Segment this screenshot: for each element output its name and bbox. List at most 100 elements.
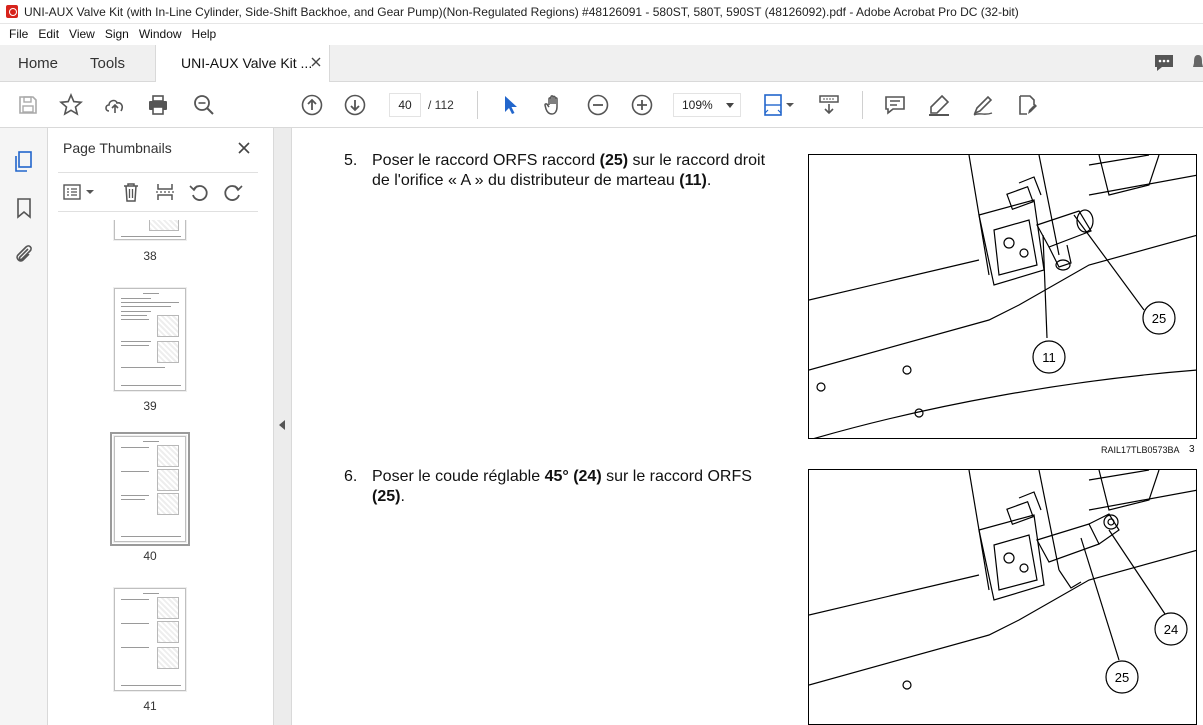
thumbnail-page-39[interactable] <box>114 288 186 391</box>
thumbnail-figure <box>157 597 179 619</box>
thumbnail-label-41: 41 <box>143 699 157 713</box>
thumbnail-figure <box>157 315 179 337</box>
page-total-label: / 112 <box>428 98 454 112</box>
page-down-icon[interactable] <box>343 93 367 117</box>
thumbnail-rule <box>121 471 149 472</box>
thumbnail-rule <box>121 499 145 500</box>
cloud-upload-icon[interactable] <box>103 93 127 117</box>
figure-number: 3 <box>1189 444 1195 455</box>
thumbnail-label-40: 40 <box>143 549 157 563</box>
fit-page-icon[interactable] <box>762 93 798 117</box>
thumbnail-rule <box>121 599 149 600</box>
step-text: Poser le raccord ORFS raccord (25) sur l… <box>372 152 766 189</box>
thumbnail-rule <box>121 236 181 237</box>
page-number-input[interactable]: 40 <box>389 93 421 117</box>
thumbnail-rule <box>121 319 149 320</box>
menu-edit[interactable]: Edit <box>33 24 64 45</box>
zoom-out-icon[interactable] <box>586 93 610 117</box>
menu-file[interactable]: File <box>4 24 33 45</box>
panel-title: Page Thumbnails <box>63 140 172 156</box>
rotate-clockwise-icon[interactable] <box>222 181 244 203</box>
save-icon[interactable] <box>16 93 40 117</box>
thumbnail-rule <box>121 367 165 368</box>
thumbnail-figure <box>157 341 179 363</box>
thumbnail-toolbar <box>58 172 258 212</box>
comment-icon[interactable] <box>883 93 907 117</box>
tab-tools[interactable]: Tools <box>90 45 125 82</box>
figure-valve-fitting-2: 24 25 <box>808 469 1197 725</box>
draw-icon[interactable] <box>971 93 995 117</box>
delete-icon[interactable] <box>120 181 142 203</box>
thumbnail-rule <box>143 593 159 594</box>
document-tab-label: UNI-AUX Valve Kit ... <box>181 55 313 71</box>
thumbnail-rule <box>121 341 151 342</box>
figure-valve-fitting-1: 25 11 <box>808 154 1197 439</box>
menu-view[interactable]: View <box>64 24 100 45</box>
hand-icon[interactable] <box>542 93 566 117</box>
bookmark-icon[interactable] <box>12 196 36 220</box>
toolbar-divider <box>477 91 478 119</box>
fill-sign-icon[interactable] <box>1015 93 1039 117</box>
thumbnail-rule <box>143 293 159 294</box>
window-title-bar: UNI-AUX Valve Kit (with In-Line Cylinder… <box>0 0 1203 24</box>
menu-sign[interactable]: Sign <box>100 24 134 45</box>
page-thumbnails-icon[interactable] <box>12 150 36 174</box>
figure-drawing: 25 11 <box>809 155 1196 438</box>
thumbnail-rule <box>121 315 147 316</box>
thumbnail-rule <box>121 623 149 624</box>
step-6: 6. Poser le coude réglable 45° (24) sur … <box>344 467 794 511</box>
scroll-mode-icon[interactable] <box>817 93 841 117</box>
thumbnail-panel: Page Thumbnails 38 39 40 41 <box>48 128 314 725</box>
callout-label-25: 25 <box>1115 670 1129 685</box>
step-number: 5. <box>344 152 358 169</box>
cursor-icon[interactable] <box>498 93 522 117</box>
thumbnail-rule <box>121 685 181 686</box>
close-tab-icon[interactable] <box>309 55 323 69</box>
thumbnail-rule <box>121 306 171 307</box>
thumbnail-list: 38 39 40 41 <box>48 220 260 725</box>
panel-splitter[interactable] <box>274 128 292 725</box>
callout-label-24: 24 <box>1164 622 1178 637</box>
highlight-icon[interactable] <box>927 93 951 117</box>
print-icon[interactable] <box>146 93 170 117</box>
thumbnail-rule <box>121 536 181 537</box>
menu-window[interactable]: Window <box>134 24 187 45</box>
step-text: Poser le coude réglable 45° (24) sur le … <box>372 468 752 505</box>
thumbnail-figure <box>157 445 179 467</box>
figure-drawing: 24 25 <box>809 470 1196 694</box>
thumbnail-label-38: 38 <box>143 249 157 263</box>
navigation-rail <box>0 128 48 725</box>
acrobat-logo-icon <box>6 5 18 18</box>
step-number: 6. <box>344 468 358 485</box>
zoom-level-value: 109% <box>682 98 713 112</box>
tab-home[interactable]: Home <box>18 45 58 82</box>
document-view[interactable]: 5. Poser le raccord ORFS raccord (25) su… <box>292 128 1203 725</box>
rotate-counterclockwise-icon[interactable] <box>188 181 210 203</box>
options-menu-icon[interactable] <box>62 181 98 203</box>
tab-bar: Home Tools UNI-AUX Valve Kit ... <box>0 45 1203 82</box>
thumbnail-figure <box>157 621 179 643</box>
callout-label-11: 11 <box>1042 350 1056 365</box>
thumbnail-rule <box>121 345 149 346</box>
zoom-level-dropdown[interactable]: 109% <box>673 93 741 117</box>
thumbnail-rule <box>143 441 159 442</box>
star-icon[interactable] <box>59 93 83 117</box>
zoom-in-icon[interactable] <box>630 93 654 117</box>
extract-pages-icon[interactable] <box>154 181 176 203</box>
close-panel-icon[interactable] <box>236 140 252 156</box>
thumbnail-rule <box>121 647 149 648</box>
menu-bar: File Edit View Sign Window Help <box>0 24 1203 45</box>
figure-caption: RAIL17TLB0573BA <box>1101 445 1180 455</box>
page-up-icon[interactable] <box>300 93 324 117</box>
thumbnail-page-41[interactable] <box>114 588 186 691</box>
attachment-icon[interactable] <box>12 242 36 266</box>
menu-help[interactable]: Help <box>187 24 222 45</box>
thumbnail-page-40[interactable] <box>110 432 190 546</box>
notification-bell-icon[interactable] <box>1193 53 1203 73</box>
chat-icon[interactable] <box>1153 53 1175 73</box>
zoom-search-icon[interactable] <box>192 93 216 117</box>
thumbnail-page-38[interactable] <box>114 220 186 240</box>
collapse-panel-arrow-icon[interactable] <box>279 420 285 430</box>
main-toolbar: 40 / 112 109% <box>0 82 1203 128</box>
tab-document[interactable]: UNI-AUX Valve Kit ... <box>155 45 330 82</box>
